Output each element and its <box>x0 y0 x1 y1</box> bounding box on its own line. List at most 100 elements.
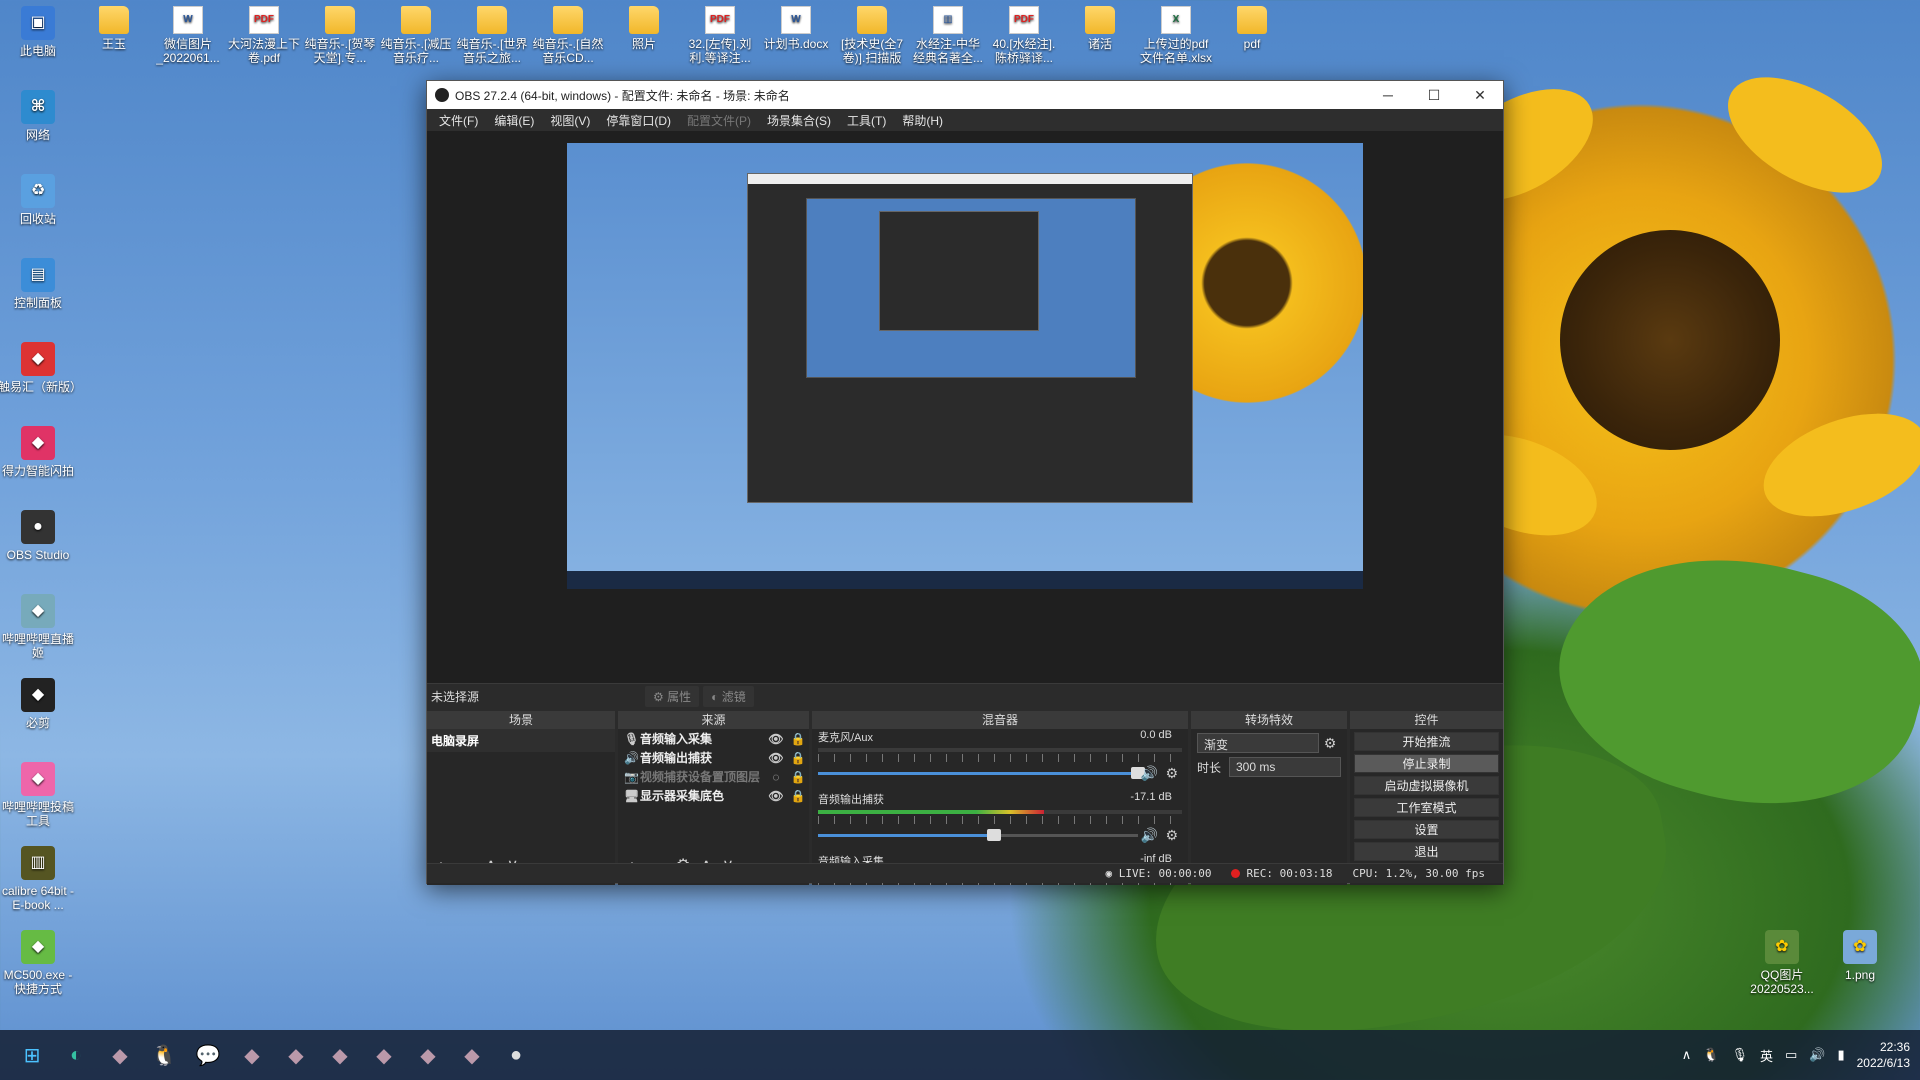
battery-icon[interactable]: ▮ <box>1837 1047 1844 1063</box>
desktop-icon[interactable]: PDF 32.[左传].刘利.等译注... <box>684 6 756 65</box>
volume-slider[interactable] <box>818 828 1138 841</box>
desktop-icon[interactable]: 纯音乐-.[减压音乐疗... <box>380 6 452 65</box>
close-icon[interactable]: ✕ <box>1457 81 1503 109</box>
control-button[interactable]: 停止录制 <box>1354 754 1499 773</box>
menu-item[interactable]: 配置文件(P) <box>679 112 759 129</box>
volume-slider[interactable] <box>818 766 1145 779</box>
menu-item[interactable]: 帮助(H) <box>894 112 951 129</box>
folder-icon <box>857 6 887 34</box>
qq-icon[interactable]: 🐧 <box>1703 1047 1719 1063</box>
desktop-icon[interactable]: ⌘ 网络 <box>0 90 78 142</box>
speaker-icon[interactable]: 🔊 <box>1141 827 1158 844</box>
no-source-label: 未选择源 <box>431 690 480 704</box>
preview-canvas[interactable] <box>427 131 1503 683</box>
desktop-icon[interactable]: X 上传过的pdf文件名单.xlsx <box>1140 6 1212 65</box>
desktop-icon[interactable]: ▣ 此电脑 <box>0 6 78 58</box>
desktop-icon[interactable]: PDF 大河法漫上下卷.pdf <box>228 6 300 65</box>
control-button[interactable]: 工作室模式 <box>1354 798 1499 817</box>
menu-item[interactable]: 编辑(E) <box>486 112 542 129</box>
source-item[interactable]: 🎙 音频输入采集 👁 🔒 <box>618 729 809 748</box>
desktop-icon[interactable]: ▥ 水经注-中华经典名著全... <box>912 6 984 65</box>
computer-icon: ▣ <box>21 6 55 40</box>
visibility-icon[interactable]: 👁 <box>765 789 787 803</box>
app-icon[interactable]: ◆ <box>320 1035 360 1075</box>
speaker-icon[interactable]: 🔊 <box>1141 765 1158 782</box>
app-icon[interactable]: ◆ <box>452 1035 492 1075</box>
desktop-icon[interactable]: 诸活 <box>1064 6 1136 51</box>
duration-spinbox[interactable]: 300 ms <box>1229 757 1341 777</box>
app-icon[interactable]: ◆ <box>232 1035 272 1075</box>
desktop-icon[interactable]: ▥ calibre 64bit - E-book ... <box>0 846 78 912</box>
edge-icon[interactable]: ◐ <box>56 1035 96 1075</box>
lock-icon[interactable]: 🔒 <box>787 732 809 746</box>
menu-item[interactable]: 视图(V) <box>542 112 598 129</box>
app-icon[interactable]: ◆ <box>276 1035 316 1075</box>
desktop-icon[interactable]: pdf <box>1216 6 1288 51</box>
desktop-icon-png[interactable]: ✿ 1.png <box>1820 930 1900 982</box>
menu-item[interactable]: 工具(T) <box>839 112 894 129</box>
menu-item[interactable]: 停靠窗口(D) <box>598 112 679 129</box>
preview-nested-obs <box>747 173 1193 503</box>
desktop-icon[interactable]: ◆ MC500.exe - 快捷方式 <box>0 930 78 996</box>
microphone-icon[interactable]: 🎙 <box>1731 1047 1748 1063</box>
obs-icon[interactable]: ● <box>496 1035 536 1075</box>
filters-label: 滤镜 <box>721 690 746 704</box>
menu-item[interactable]: 场景集合(S) <box>759 112 839 129</box>
desktop-icon-qq-image[interactable]: ✿ QQ图片20220523... <box>1742 930 1822 996</box>
app-icon[interactable]: ◆ <box>408 1035 448 1075</box>
slider-handle[interactable] <box>987 828 1001 841</box>
source-item[interactable]: 🔊 音频输出捕获 👁 🔒 <box>618 748 809 767</box>
app-icon[interactable]: ◆ <box>100 1035 140 1075</box>
control-button[interactable]: 开始推流 <box>1354 732 1499 751</box>
clock[interactable]: 22:36 2022/6/13 <box>1857 1039 1910 1071</box>
desktop-icon[interactable]: ◆ 触易汇（新版） <box>0 342 82 394</box>
gear-icon[interactable]: ⚙ <box>1165 827 1178 844</box>
lock-icon[interactable]: 🔒 <box>787 770 809 784</box>
gear-icon[interactable]: ⚙ <box>1165 765 1178 782</box>
desktop-icon[interactable]: W 微信图片_2022061... <box>152 6 224 65</box>
visibility-icon[interactable]: ◌ <box>765 770 787 784</box>
desktop-icon[interactable]: 照片 <box>608 6 680 51</box>
desktop-icon[interactable]: ◆ 必剪 <box>0 678 78 730</box>
control-button[interactable]: 设置 <box>1354 820 1499 839</box>
desktop-icon[interactable]: [技术史(全7卷)].扫描版 <box>836 6 908 65</box>
minimize-icon[interactable]: ─ <box>1365 81 1411 109</box>
desktop-icon[interactable]: ◆ 哔哩哔哩投稿工具 <box>0 762 78 828</box>
visibility-icon[interactable]: 👁 <box>765 751 787 765</box>
start-icon[interactable]: ⊞ <box>12 1035 52 1075</box>
desktop-icon[interactable]: W 计划书.docx <box>760 6 832 51</box>
control-button[interactable]: 启动虚拟摄像机 <box>1354 776 1499 795</box>
menu-item[interactable]: 文件(F) <box>431 112 486 129</box>
control-button[interactable]: 退出 <box>1354 842 1499 861</box>
transition-select[interactable]: 渐变 <box>1197 733 1319 753</box>
desktop-icon[interactable]: PDF 40.[水经注].陈桥驿译... <box>988 6 1060 65</box>
scene-item[interactable]: 电脑录屏 <box>427 729 615 752</box>
qq-icon[interactable]: 🐧 <box>144 1035 184 1075</box>
source-item[interactable]: 📷 视频捕获设备置顶图层 ◌ 🔒 <box>618 767 809 786</box>
visibility-icon[interactable]: 👁 <box>765 732 787 746</box>
app-icon[interactable]: ◆ <box>364 1035 404 1075</box>
gear-icon[interactable]: ⚙ <box>1319 735 1341 752</box>
network-icon[interactable]: ▭ <box>1785 1047 1797 1063</box>
source-item[interactable]: 🖥 显示器采集底色 👁 🔒 <box>618 786 809 805</box>
filters-button[interactable]: ◐ 滤镜 <box>703 686 754 707</box>
desktop-icon[interactable]: ◆ 得力智能闪拍 <box>0 426 78 478</box>
volume-icon[interactable]: 🔊 <box>1809 1047 1825 1063</box>
desktop-icon[interactable]: 纯音乐-.[自然音乐CD... <box>532 6 604 65</box>
wechat-icon[interactable]: 💬 <box>188 1035 228 1075</box>
obs-titlebar[interactable]: OBS 27.2.4 (64-bit, windows) - 配置文件: 未命名… <box>427 81 1503 109</box>
desktop-icon[interactable]: 王玉 <box>78 6 150 51</box>
desktop-icon[interactable]: ♻ 回收站 <box>0 174 78 226</box>
source-label: 音频输入采集 <box>640 732 713 746</box>
maximize-icon[interactable]: ☐ <box>1411 81 1457 109</box>
properties-button[interactable]: ⚙ 属性 <box>645 686 700 707</box>
desktop-icon[interactable]: ◆ 哔哩哔哩直播姬 <box>0 594 78 660</box>
desktop-icon[interactable]: ▤ 控制面板 <box>0 258 78 310</box>
chevron-up-icon[interactable]: ∧ <box>1682 1047 1692 1063</box>
desktop-icon[interactable]: 纯音乐-.[世界音乐之旅... <box>456 6 528 65</box>
desktop-icon[interactable]: ● OBS Studio <box>0 510 78 562</box>
desktop-icon[interactable]: 纯音乐-.[贺琴天堂].专... <box>304 6 376 65</box>
lock-icon[interactable]: 🔒 <box>787 789 809 803</box>
lock-icon[interactable]: 🔒 <box>787 751 809 765</box>
ime-indicator[interactable]: 英 <box>1760 1046 1773 1065</box>
